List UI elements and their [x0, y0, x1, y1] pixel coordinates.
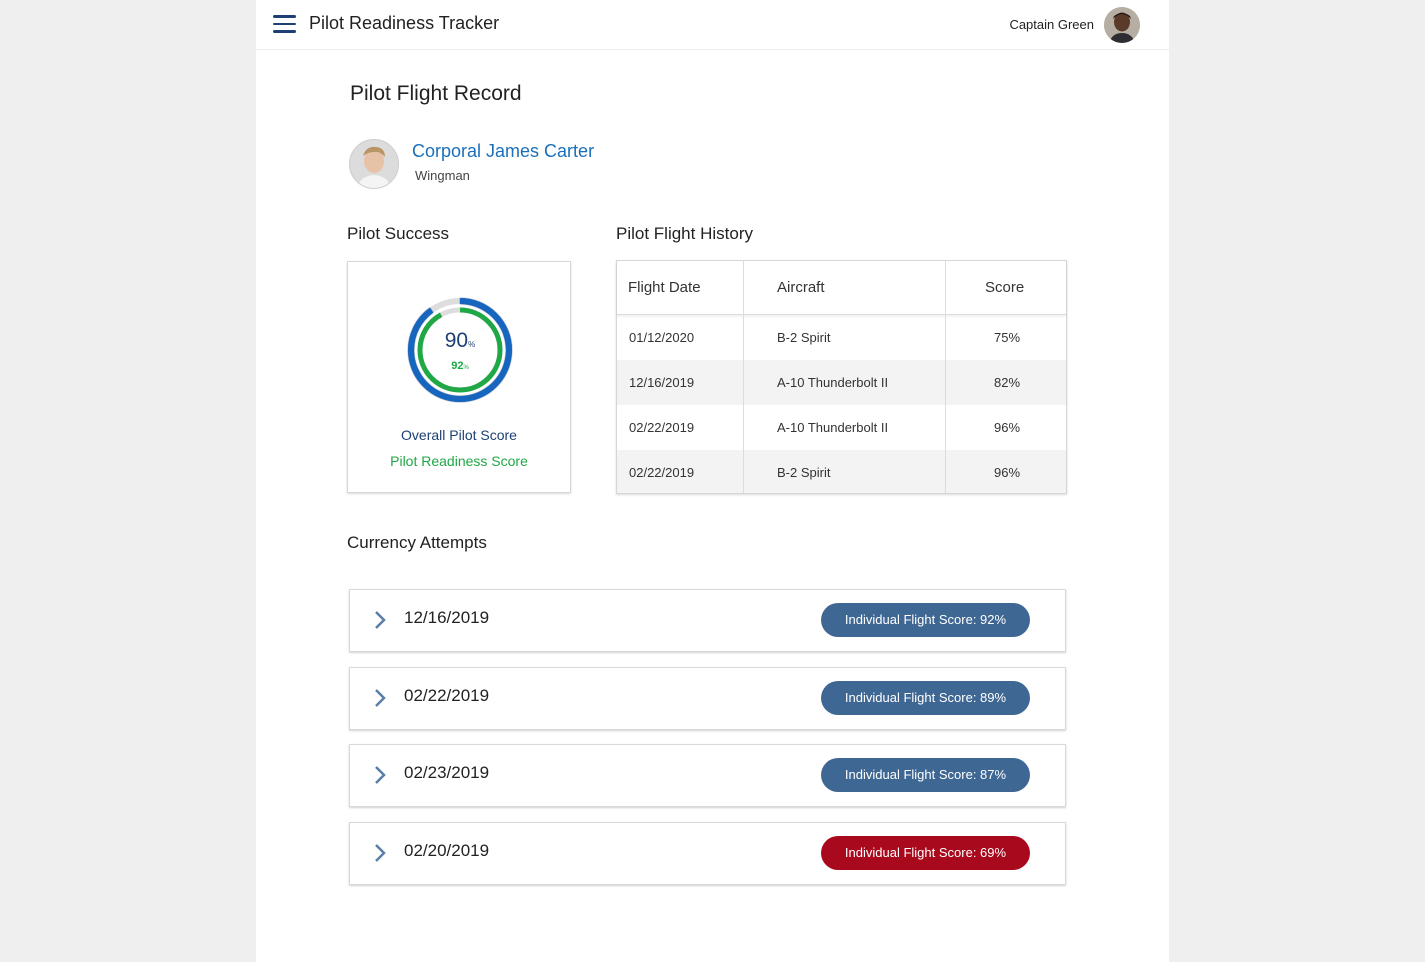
flight-score-badge: Individual Flight Score: 92% [821, 603, 1030, 637]
flight-history-title: Pilot Flight History [616, 224, 753, 243]
overall-score-value: 90 [444, 329, 469, 352]
hamburger-menu-icon[interactable] [273, 15, 296, 33]
chevron-right-icon[interactable] [373, 609, 387, 631]
top-bar: Pilot Readiness Tracker Captain Green [256, 0, 1169, 50]
column-header-score[interactable]: Score [985, 279, 1024, 296]
cell-aircraft: B-2 Spirit [777, 465, 831, 480]
readiness-score-readout: 92% [406, 356, 514, 374]
cell-score: 96% [994, 420, 1021, 435]
flight-score-badge: Individual Flight Score: 87% [821, 758, 1030, 792]
currency-attempt-row[interactable]: 02/20/2019 Individual Flight Score: 69% [349, 822, 1066, 885]
overall-score-readout: 90% [406, 329, 514, 353]
overall-score-unit: % [468, 340, 476, 349]
chevron-right-icon[interactable] [373, 764, 387, 786]
cell-aircraft: A-10 Thunderbolt II [777, 375, 889, 390]
column-header-aircraft[interactable]: Aircraft [777, 279, 825, 296]
overall-score-label: Overall Pilot Score [401, 427, 517, 443]
page-title: Pilot Flight Record [350, 82, 522, 105]
pilot-success-card: 90% 92% Overall Pilot Score Pilot Readin… [347, 261, 571, 493]
score-gauge: 90% 92% [406, 296, 514, 404]
user-name[interactable]: Captain Green [1009, 17, 1094, 32]
person-avatar-icon [350, 140, 398, 188]
pilot-avatar [349, 139, 399, 189]
cell-flight-date: 01/12/2020 [629, 330, 695, 345]
currency-attempts-title: Currency Attempts [347, 533, 487, 552]
chevron-right-icon[interactable] [373, 842, 387, 864]
cell-score: 82% [994, 375, 1021, 390]
currency-attempt-row[interactable]: 02/23/2019 Individual Flight Score: 87% [349, 744, 1066, 807]
column-header-flight-date[interactable]: Flight Date [628, 279, 701, 296]
pilot-success-title: Pilot Success [347, 224, 450, 243]
chevron-right-icon[interactable] [373, 687, 387, 709]
pilot-role: Wingman [415, 168, 470, 183]
cell-score: 75% [994, 330, 1021, 345]
column-divider [945, 261, 946, 493]
column-divider [743, 261, 744, 493]
pilot-name-link[interactable]: Corporal James Carter [412, 141, 594, 162]
currency-attempt-row[interactable]: 12/16/2019 Individual Flight Score: 92% [349, 589, 1066, 652]
table-row: 02/22/2019 A-10 Thunderbolt II 96% [617, 405, 1066, 450]
attempt-date: 02/23/2019 [404, 763, 490, 782]
cell-flight-date: 02/22/2019 [629, 465, 695, 480]
person-avatar-icon [1104, 7, 1140, 43]
readiness-score-unit: % [463, 365, 469, 371]
table-row: 01/12/2020 B-2 Spirit 75% [617, 315, 1066, 360]
attempt-date: 12/16/2019 [404, 608, 490, 627]
page: Pilot Readiness Tracker Captain Green Pi… [256, 0, 1169, 962]
table-row: 02/22/2019 B-2 Spirit 96% [617, 450, 1066, 493]
table-row: 12/16/2019 A-10 Thunderbolt II 82% [617, 360, 1066, 405]
cell-score: 96% [994, 465, 1021, 480]
app-title: Pilot Readiness Tracker [309, 13, 500, 33]
cell-flight-date: 02/22/2019 [629, 420, 695, 435]
readiness-score-label: Pilot Readiness Score [390, 453, 528, 469]
flight-history-table: Flight Date Aircraft Score 01/12/2020 B-… [616, 260, 1067, 494]
flight-score-badge: Individual Flight Score: 69% [821, 836, 1030, 870]
attempt-date: 02/22/2019 [404, 686, 490, 705]
attempt-date: 02/20/2019 [404, 841, 490, 860]
cell-aircraft: B-2 Spirit [777, 330, 831, 345]
user-avatar[interactable] [1104, 7, 1140, 43]
table-header-row: Flight Date Aircraft Score [617, 261, 1066, 315]
cell-aircraft: A-10 Thunderbolt II [777, 420, 889, 435]
flight-score-badge: Individual Flight Score: 89% [821, 681, 1030, 715]
readiness-score-value: 92 [451, 360, 464, 372]
cell-flight-date: 12/16/2019 [629, 375, 695, 390]
currency-attempt-row[interactable]: 02/22/2019 Individual Flight Score: 89% [349, 667, 1066, 730]
